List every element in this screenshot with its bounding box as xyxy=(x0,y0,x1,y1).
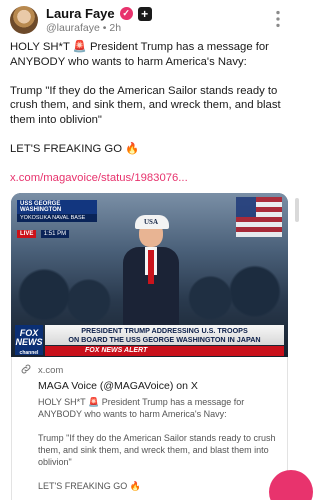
post-paragraph: LET'S FREAKING GO 🔥 xyxy=(10,142,140,155)
card-desc-paragraph: LET'S FREAKING GO 🔥 xyxy=(38,481,141,491)
video-thumbnail[interactable]: USA USS GEORGE WASHINGTON YOKOSUKA NAVAL… xyxy=(11,193,288,357)
author-meta: @laurafaye • 2h xyxy=(46,22,121,34)
alert-bar: FOX NEWS ALERT xyxy=(45,346,284,356)
live-badge: LIVE xyxy=(17,230,37,238)
meta-separator: • xyxy=(102,22,107,34)
verified-icon: ✓ xyxy=(119,7,133,20)
post-header: Laura Faye ✓ + @laurafaye • 2h xyxy=(10,6,289,36)
cap-text: USA xyxy=(144,218,159,226)
speaker-figure: USA xyxy=(123,215,179,330)
flag-graphic xyxy=(236,197,282,237)
follow-button[interactable]: + xyxy=(137,6,152,21)
post-time: 2h xyxy=(109,22,122,34)
card-title[interactable]: MAGA Voice (@MAGAVoice) on X xyxy=(38,380,279,392)
scrollbar[interactable] xyxy=(295,198,299,222)
avatar[interactable] xyxy=(10,6,38,34)
location-line1: USS GEORGE WASHINGTON xyxy=(17,200,97,214)
compose-button[interactable] xyxy=(269,470,313,500)
post-body: HOLY SH*T 🚨 President Trump has a messag… xyxy=(10,40,282,200)
link-icon xyxy=(20,363,32,378)
alert-text: FOX NEWS ALERT xyxy=(85,347,148,354)
live-time: 1:51 PM xyxy=(40,230,70,238)
author-name[interactable]: Laura Faye xyxy=(46,6,115,21)
card-desc-paragraph: HOLY SH*T 🚨 President Trump has a messag… xyxy=(38,397,245,419)
card-domain-row: x.com xyxy=(20,363,279,378)
more-options-icon[interactable] xyxy=(267,8,289,30)
post-paragraph: HOLY SH*T 🚨 President Trump has a messag… xyxy=(10,41,269,68)
post-paragraph: Trump "If they do the American Sailor st… xyxy=(10,84,281,126)
network-logo-line2: NEWS xyxy=(15,337,43,347)
chyron-headline: PRESIDENT TRUMP ADDRESSING U.S. TROOPS O… xyxy=(45,325,284,345)
card-domain: x.com xyxy=(38,365,64,376)
network-logo: FOX NEWS channel xyxy=(15,325,43,356)
link-preview-card[interactable]: x.com MAGA Voice (@MAGAVoice) on X HOLY … xyxy=(11,357,288,500)
author-handle[interactable]: @laurafaye xyxy=(46,22,100,34)
news-chyron: FOX NEWS channel PRESIDENT TRUMP ADDRESS… xyxy=(11,323,288,357)
headline-line1: PRESIDENT TRUMP ADDRESSING U.S. TROOPS xyxy=(81,326,248,335)
card-desc-paragraph: Trump "If they do the American Sailor st… xyxy=(38,433,276,467)
network-logo-sub: channel xyxy=(19,350,39,356)
post-link[interactable]: x.com/magavoice/status/1983076... xyxy=(10,172,188,184)
card-description: HOLY SH*T 🚨 President Trump has a messag… xyxy=(38,396,283,492)
headline-line2: ON BOARD THE USS GEORGE WASHINGTON IN JA… xyxy=(68,335,261,344)
location-line2: YOKOSUKA NAVAL BASE xyxy=(17,214,97,222)
live-bug: USS GEORGE WASHINGTON YOKOSUKA NAVAL BAS… xyxy=(17,200,97,240)
author-name-row: Laura Faye ✓ + xyxy=(46,6,152,21)
